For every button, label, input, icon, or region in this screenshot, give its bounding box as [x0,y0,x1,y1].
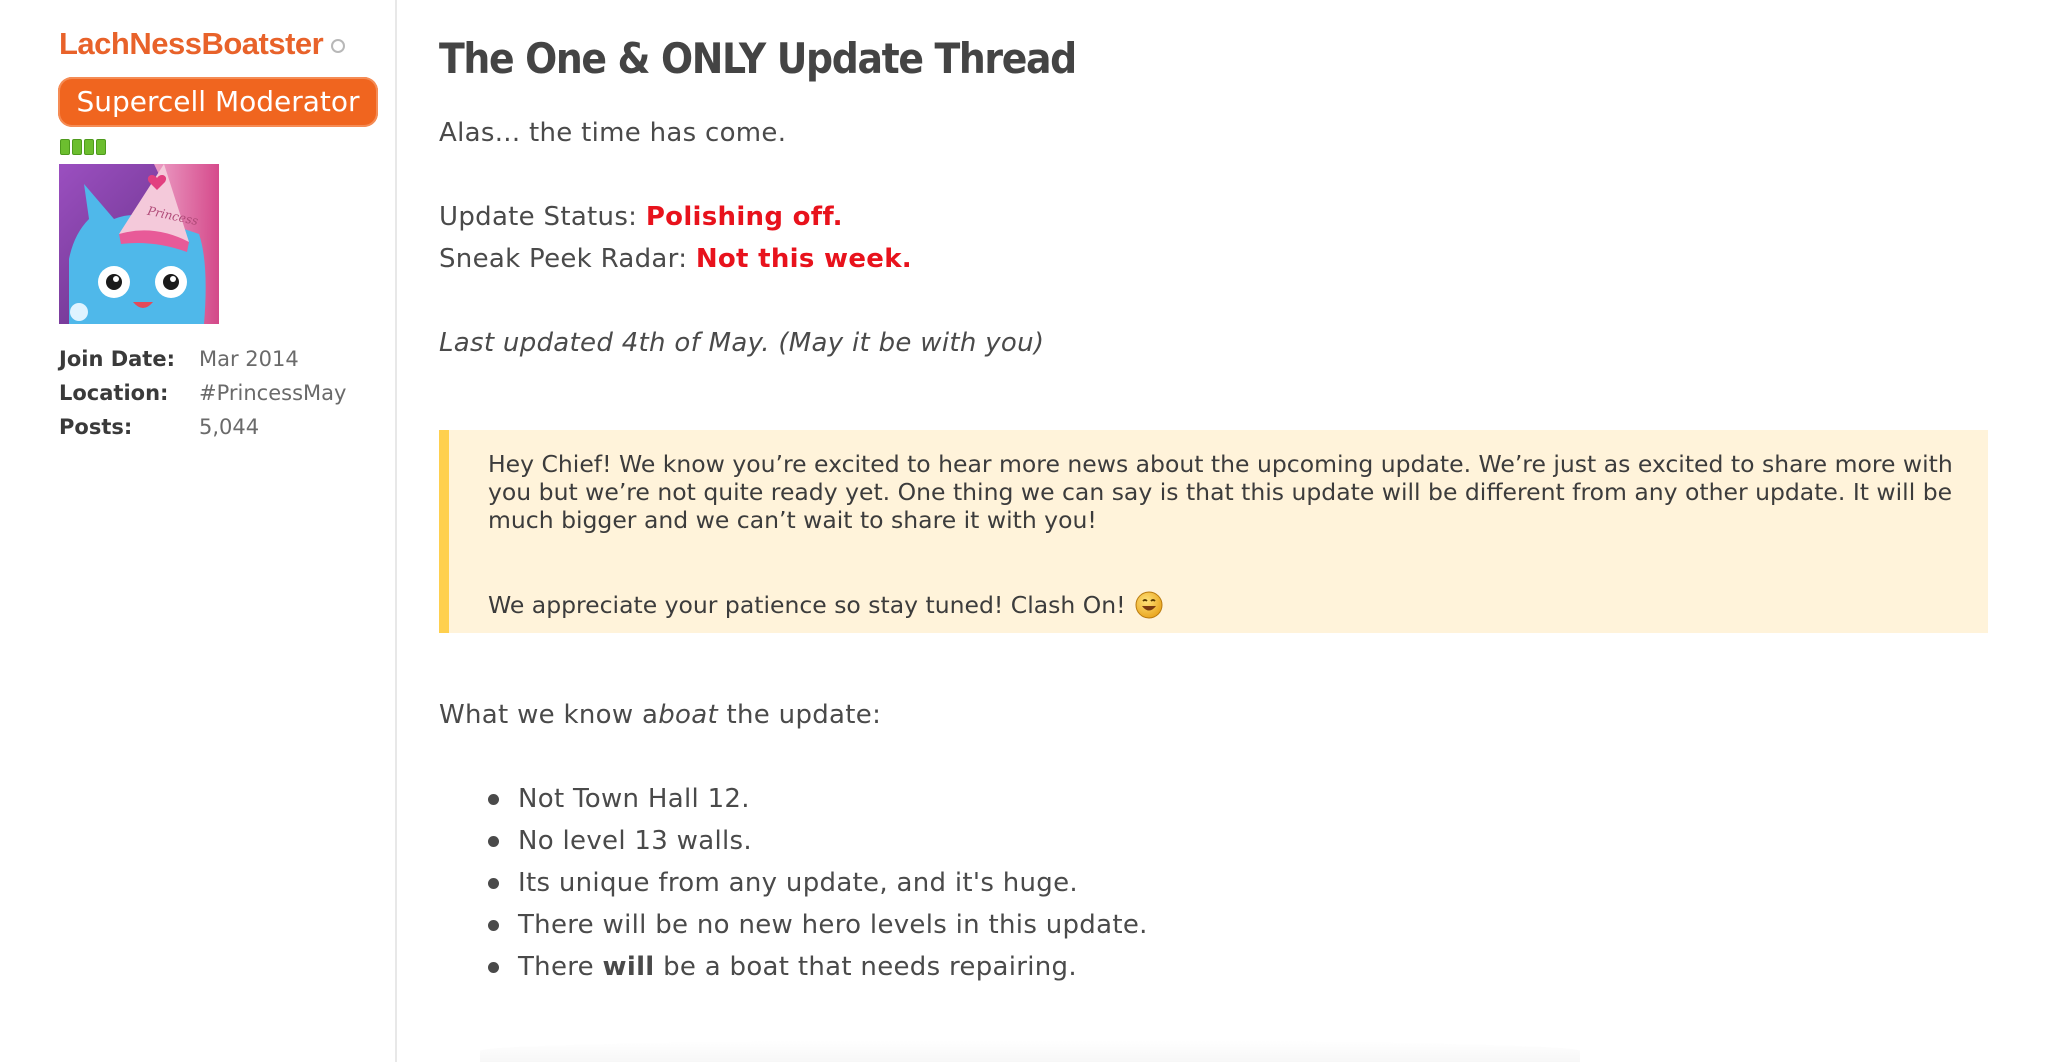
update-status-line: Update Status: Polishing off. [439,202,843,232]
what-we-know-prefix: What we know a [439,700,659,730]
callout-paragraph: Hey Chief! We know you’re excited to hea… [488,450,1953,534]
bullet-icon [488,794,499,805]
bullet-icon [488,920,499,931]
offline-status-icon [331,39,346,53]
location-label: Location: [59,381,169,405]
list-item-text: There will be no new hero levels in this… [518,910,1148,940]
list-item: Its unique from any update, and it's hug… [439,862,1148,904]
list-item-pre: There [518,952,603,982]
bullet-icon [488,878,499,889]
last-updated-text: Last updated 4th of May. (May it be with… [439,328,1045,358]
what-we-know-heading: What we know aboat the update: [439,700,881,730]
what-we-know-suffix: the update: [717,700,882,730]
list-item-text: Not Town Hall 12. [518,784,750,814]
post-author-sidebar: LachNessBoatster Supercell Moderator Pri… [0,0,397,1062]
avatar-image: Princess [59,164,219,324]
user-info-list: Join Date: Mar 2014 Location: #PrincessM… [59,342,346,444]
sneak-peek-label: Sneak Peek Radar: [439,244,696,274]
list-item-post: be a boat that needs repairing. [654,952,1077,982]
location-value: #PrincessMay [199,381,347,405]
posts-value: 5,044 [199,415,260,439]
post-title: The One & ONLY Update Thread [439,34,1077,83]
update-status-value: Polishing off. [645,202,843,232]
callout-closing-line: We appreciate your patience so stay tune… [488,590,1164,620]
reputation-pip [96,139,106,155]
reputation-bar[interactable] [60,139,106,155]
username-row: LachNessBoatster [59,26,346,62]
list-item-text: No level 13 walls. [518,826,752,856]
list-item: There will be no new hero levels in this… [439,904,1148,946]
posts-row: Posts: 5,044 [59,410,346,444]
sneak-peek-line: Sneak Peek Radar: Not this week. [439,244,912,274]
reputation-pip [72,139,82,155]
forum-post-page: LachNessBoatster Supercell Moderator Pri… [0,0,2048,1062]
reputation-pip [60,139,70,155]
join-date-row: Join Date: Mar 2014 [59,342,346,376]
list-item: Not Town Hall 12. [439,778,1148,820]
smiley-icon [1135,591,1163,619]
bullet-icon [488,836,499,847]
update-status-label: Update Status: [439,202,646,232]
posts-label: Posts: [59,415,133,439]
intro-text: Alas... the time has come. [439,118,787,148]
update-facts-list: Not Town Hall 12. No level 13 walls. Its… [439,778,1148,988]
official-notice-callout: Hey Chief! We know you’re excited to hea… [439,430,1988,633]
join-date-label: Join Date: [59,347,175,371]
username-link[interactable]: LachNessBoatster [59,26,324,62]
location-row: Location: #PrincessMay [59,376,346,410]
list-item: There will be a boat that needs repairin… [439,946,1148,988]
post-footer-shadow [480,1040,1580,1062]
what-we-know-italic: boat [658,700,718,730]
list-item-text: Its unique from any update, and it's hug… [518,868,1078,898]
user-avatar[interactable]: Princess [59,164,219,324]
callout-closing-text: We appreciate your patience so stay tune… [488,591,1126,619]
reputation-pip [84,139,94,155]
bullet-icon [488,962,499,973]
sneak-peek-value: Not this week. [695,244,912,274]
join-date-value: Mar 2014 [199,347,299,371]
user-role-badge: Supercell Moderator [58,77,378,127]
list-item: No level 13 walls. [439,820,1148,862]
list-item-bold: will [602,952,655,982]
